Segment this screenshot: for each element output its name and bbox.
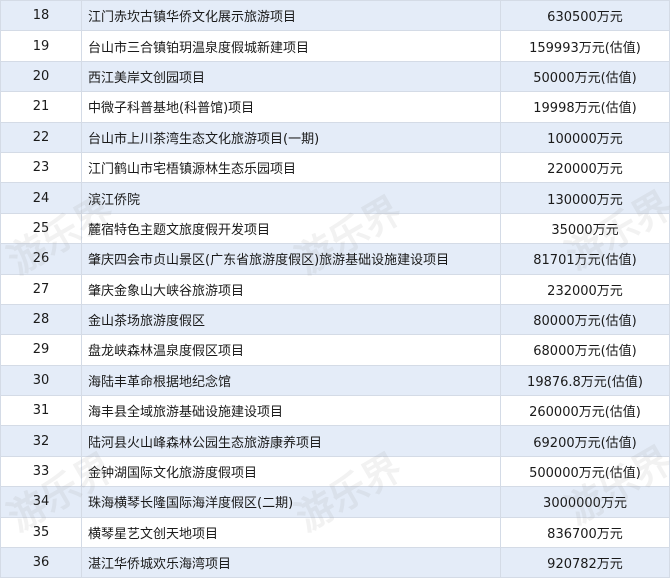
investment-amount: 35000万元 [500,212,670,245]
project-name: 江门赤坎古镇华侨文化展示旅游项目 [81,0,501,32]
table-row: 34 珠海横琴长隆国际海洋度假区(二期) 3000000万元 [0,486,670,518]
investment-amount: 630500万元 [500,0,670,32]
table-row: 18 江门赤坎古镇华侨文化展示旅游项目 630500万元 [0,0,670,32]
row-number: 19 [0,30,82,62]
table-row: 27 肇庆金象山大峡谷旅游项目 232000万元 [0,273,670,305]
table-row: 29 盘龙峡森林温泉度假区项目 68000万元(估值) [0,334,670,366]
row-number: 28 [0,303,82,336]
table-row: 31 海丰县全域旅游基础设施建设项目 260000万元(估值) [0,395,670,427]
project-name: 台山市三合镇铂玥温泉度假城新建项目 [81,30,501,62]
row-number: 27 [0,273,82,305]
table-row: 22 台山市上川茶湾生态文化旅游项目(一期) 100000万元 [0,121,670,153]
investment-amount: 836700万元 [500,516,670,549]
row-number: 34 [0,486,82,518]
row-number: 30 [0,364,82,397]
investment-amount: 500000万元(估值) [500,455,670,488]
table-row: 25 麓宿特色主题文旅度假开发项目 35000万元 [0,212,670,245]
table-row: 21 中微子科普基地(科普馆)项目 19998万元(估值) [0,91,670,123]
table-row: 28 金山茶场旅游度假区 80000万元(估值) [0,303,670,336]
project-name: 海陆丰革命根据地纪念馆 [81,364,501,397]
project-name: 金钟湖国际文化旅游度假项目 [81,455,501,488]
investment-amount: 50000万元(估值) [500,60,670,93]
project-name: 金山茶场旅游度假区 [81,303,501,336]
row-number: 36 [0,547,82,579]
project-name: 陆河县火山峰森林公园生态旅游康养项目 [81,425,501,457]
table-row: 26 肇庆四会市贞山景区(广东省旅游度假区)旅游基础设施建设项目 81701万元(估… [0,243,670,275]
project-table: 18 江门赤坎古镇华侨文化展示旅游项目 630500万元 19 台山市三合镇铂玥温泉度假… [0,0,670,579]
project-name: 西江美岸文创园项目 [81,60,501,93]
investment-amount: 68000万元(估值) [500,334,670,366]
investment-amount: 159993万元(估值) [500,30,670,62]
row-number: 20 [0,60,82,93]
project-name: 台山市上川茶湾生态文化旅游项目(一期) [81,121,501,153]
project-name: 横琴星艺文创天地项目 [81,516,501,549]
table-row: 19 台山市三合镇铂玥温泉度假城新建项目 159993万元(估值) [0,30,670,62]
investment-amount: 80000万元(估值) [500,303,670,336]
investment-amount: 232000万元 [500,273,670,305]
investment-amount: 260000万元(估值) [500,395,670,427]
project-name: 江门鹤山市宅梧镇源林生态乐园项目 [81,151,501,184]
project-name: 麓宿特色主题文旅度假开发项目 [81,212,501,245]
row-number: 21 [0,91,82,123]
row-number: 29 [0,334,82,366]
project-name: 肇庆金象山大峡谷旅游项目 [81,273,501,305]
row-number: 35 [0,516,82,549]
project-name: 肇庆四会市贞山景区(广东省旅游度假区)旅游基础设施建设项目 [81,243,501,275]
project-name: 滨江侨院 [81,182,501,214]
project-table-body: 18 江门赤坎古镇华侨文化展示旅游项目 630500万元 19 台山市三合镇铂玥温泉度假… [0,0,670,579]
investment-amount: 220000万元 [500,151,670,184]
table-row: 36 湛江华侨城欢乐海湾项目 920782万元 [0,547,670,579]
row-number: 26 [0,243,82,275]
investment-amount: 81701万元(估值) [500,243,670,275]
table-row: 24 滨江侨院 130000万元 [0,182,670,214]
row-number: 32 [0,425,82,457]
row-number: 23 [0,151,82,184]
row-number: 31 [0,395,82,427]
row-number: 33 [0,455,82,488]
investment-amount: 3000000万元 [500,486,670,518]
row-number: 25 [0,212,82,245]
project-name: 中微子科普基地(科普馆)项目 [81,91,501,123]
row-number: 24 [0,182,82,214]
project-name: 盘龙峡森林温泉度假区项目 [81,334,501,366]
investment-amount: 100000万元 [500,121,670,153]
investment-amount: 130000万元 [500,182,670,214]
investment-amount: 19998万元(估值) [500,91,670,123]
table-row: 20 西江美岸文创园项目 50000万元(估值) [0,60,670,93]
table-row: 32 陆河县火山峰森林公园生态旅游康养项目 69200万元(估值) [0,425,670,457]
table-row: 30 海陆丰革命根据地纪念馆 19876.8万元(估值) [0,364,670,397]
row-number: 18 [0,0,82,32]
investment-amount: 920782万元 [500,547,670,579]
project-name: 海丰县全域旅游基础设施建设项目 [81,395,501,427]
investment-amount: 69200万元(估值) [500,425,670,457]
investment-amount: 19876.8万元(估值) [500,364,670,397]
table-row: 35 横琴星艺文创天地项目 836700万元 [0,516,670,549]
table-row: 33 金钟湖国际文化旅游度假项目 500000万元(估值) [0,455,670,488]
project-name: 湛江华侨城欢乐海湾项目 [81,547,501,579]
row-number: 22 [0,121,82,153]
table-row: 23 江门鹤山市宅梧镇源林生态乐园项目 220000万元 [0,151,670,184]
project-name: 珠海横琴长隆国际海洋度假区(二期) [81,486,501,518]
